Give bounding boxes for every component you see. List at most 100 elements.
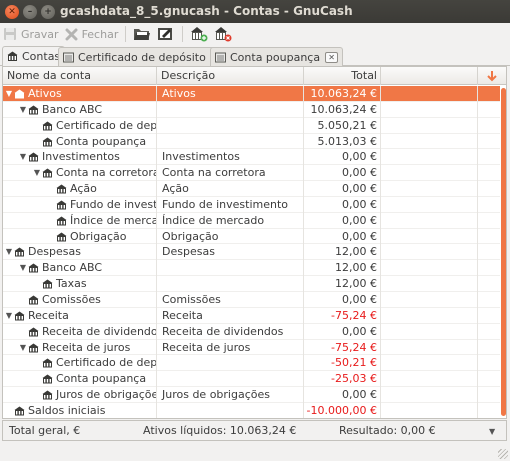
- new-account-button[interactable]: [189, 24, 209, 44]
- window-minimize-button[interactable]: –: [23, 5, 37, 19]
- column-header-total[interactable]: Total: [304, 67, 381, 85]
- account-row[interactable]: ▼ Investimentos Investimentos 0,00 €: [3, 149, 500, 166]
- account-total: -75,24 €: [304, 307, 381, 324]
- account-row[interactable]: Saldos iniciais -10.000,00 €: [3, 402, 500, 418]
- expander-open-icon[interactable]: ▼: [32, 165, 42, 181]
- account-row[interactable]: Conta poupança 5.013,03 €: [3, 133, 500, 150]
- account-total: 10.063,24 €: [304, 86, 381, 102]
- account-name-cell[interactable]: Índice de mercado: [3, 212, 157, 229]
- account-name-cell[interactable]: Receita de dividendos: [3, 323, 157, 340]
- account-name-cell[interactable]: Juros de obrigações: [3, 387, 157, 403]
- account-name-cell[interactable]: ▼ Receita de juros: [3, 339, 157, 356]
- vertical-scrollbar[interactable]: [500, 86, 506, 418]
- account-name-cell[interactable]: Fundo de investimento: [3, 196, 157, 213]
- account-name-cell[interactable]: Conta poupança: [3, 371, 157, 388]
- account-description: [158, 371, 304, 388]
- expander-open-icon[interactable]: ▼: [4, 244, 14, 260]
- toolbar-separator: [182, 26, 184, 42]
- account-name: Conta poupança: [56, 134, 147, 148]
- expander-open-icon[interactable]: ▼: [4, 86, 14, 102]
- account-name-cell[interactable]: Certificado de depósito: [3, 355, 157, 372]
- window-maximize-button[interactable]: +: [41, 5, 55, 19]
- account-description: [158, 276, 304, 292]
- account-name-cell[interactable]: ▼ Banco ABC: [3, 101, 157, 118]
- delete-account-button[interactable]: [213, 24, 233, 44]
- tab-contas[interactable]: Contas: [2, 46, 66, 66]
- account-row[interactable]: Índice de mercadoÍndice de mercado0,00 €: [3, 212, 500, 229]
- account-row[interactable]: ▼ Ativos Ativos 10.063,24 €: [3, 86, 500, 102]
- tab-close-icon[interactable]: ✕: [325, 51, 339, 63]
- expander-open-icon[interactable]: ▼: [18, 149, 28, 165]
- account-description: Conta na corretora: [158, 165, 304, 182]
- column-chooser-button[interactable]: [478, 67, 506, 85]
- account-row[interactable]: Ação Ação 0,00 €: [3, 181, 500, 197]
- scrollbar-thumb[interactable]: [501, 88, 506, 416]
- column-header-description[interactable]: Descrição: [157, 67, 304, 85]
- account-name-cell[interactable]: ▼ Banco ABC: [3, 260, 157, 277]
- expander-open-icon[interactable]: ▼: [4, 308, 14, 324]
- close-label: Fechar: [81, 27, 119, 41]
- account-row[interactable]: Juros de obrigações Juros de obrigações 0,…: [3, 387, 500, 403]
- account-description: Receita: [158, 307, 304, 324]
- account-total: 12,00 €: [304, 276, 381, 292]
- expander-open-icon[interactable]: ▼: [18, 340, 28, 356]
- account-row[interactable]: Certificado de depósito 5.050,21 €: [3, 117, 500, 134]
- account-name: Receita de juros: [42, 340, 131, 354]
- column-header-name[interactable]: Nome da conta: [3, 67, 157, 85]
- account-description: Ativos: [158, 86, 304, 102]
- account-row[interactable]: ▼ Receita de juros Receita de juros -75,24…: [3, 339, 500, 356]
- summary-result: Resultado: 0,00 €: [339, 424, 436, 437]
- bank-icon: [28, 327, 39, 337]
- account-total: 12,00 €: [304, 244, 381, 261]
- account-row[interactable]: Certificado de depósito -50,21 €: [3, 355, 500, 372]
- account-row[interactable]: Comissões Comissões 0,00 €: [3, 291, 500, 308]
- account-name-cell[interactable]: ▼ Investimentos: [3, 149, 157, 166]
- account-name-cell[interactable]: ▼ Receita: [3, 307, 157, 324]
- close-button[interactable]: Fechar: [62, 24, 122, 44]
- account-extra-cell: [381, 323, 478, 340]
- account-name-cell[interactable]: Obrigação: [3, 228, 157, 245]
- account-name-cell[interactable]: Ação: [3, 181, 157, 197]
- window-close-button[interactable]: ✕: [5, 5, 19, 19]
- account-name-cell[interactable]: Taxas: [3, 276, 157, 292]
- account-row[interactable]: ▼ Receita Receita -75,24 €: [3, 307, 500, 324]
- account-row[interactable]: Taxas 12,00 €: [3, 276, 500, 292]
- resize-grip-icon[interactable]: [498, 449, 508, 459]
- account-name: Ativos: [28, 87, 62, 100]
- account-extra-cell: [381, 276, 478, 292]
- bank-icon: [7, 51, 18, 61]
- account-name-cell[interactable]: ▼ Despesas: [3, 244, 157, 261]
- edit-account-button[interactable]: [156, 24, 176, 44]
- account-description: [158, 101, 304, 118]
- account-description: [158, 402, 304, 418]
- account-description: Obrigação: [158, 228, 304, 245]
- account-row[interactable]: ▼ Banco ABC 12,00 €: [3, 260, 500, 277]
- account-row[interactable]: Obrigação Obrigação 0,00 €: [3, 228, 500, 245]
- account-row[interactable]: Fundo de investimentoFundo de investimen…: [3, 196, 500, 213]
- toolbar-separator: [125, 26, 127, 42]
- open-button[interactable]: [132, 24, 152, 44]
- tab-conta-poupanca[interactable]: Conta poupança ✕: [210, 47, 344, 66]
- account-name-cell[interactable]: ▼ Conta na corretora: [3, 165, 157, 182]
- account-total: 0,00 €: [304, 228, 381, 245]
- account-row[interactable]: ▼ Despesas Despesas 12,00 €: [3, 244, 500, 261]
- account-row[interactable]: ▼ Conta na corretora Conta na corretora 0,…: [3, 165, 500, 182]
- account-row[interactable]: Receita de dividendos Receita de dividend…: [3, 323, 500, 340]
- account-name-cell[interactable]: Saldos iniciais: [3, 402, 157, 418]
- account-name-cell[interactable]: Certificado de depósito: [3, 117, 157, 134]
- expander-open-icon[interactable]: ▼: [18, 102, 28, 118]
- save-button[interactable]: Gravar: [0, 24, 62, 44]
- account-name-cell[interactable]: Comissões: [3, 291, 157, 308]
- account-name: Despesas: [28, 245, 81, 259]
- account-name: Conta poupança: [56, 372, 147, 386]
- bank-icon: [42, 390, 53, 400]
- account-row[interactable]: ▼ Banco ABC 10.063,24 €: [3, 101, 500, 118]
- account-name: Taxas: [56, 277, 87, 291]
- account-name-cell[interactable]: ▼ Ativos: [3, 86, 157, 102]
- account-name-cell[interactable]: Conta poupança: [3, 133, 157, 150]
- tab-certificado-de-deposito[interactable]: Certificado de depósito ✕: [58, 47, 229, 66]
- account-row[interactable]: Conta poupança -25,03 €: [3, 371, 500, 388]
- expander-open-icon[interactable]: ▼: [18, 260, 28, 276]
- summary-expand-icon[interactable]: ▼: [489, 427, 495, 436]
- account-description: Índice de mercado: [158, 212, 304, 229]
